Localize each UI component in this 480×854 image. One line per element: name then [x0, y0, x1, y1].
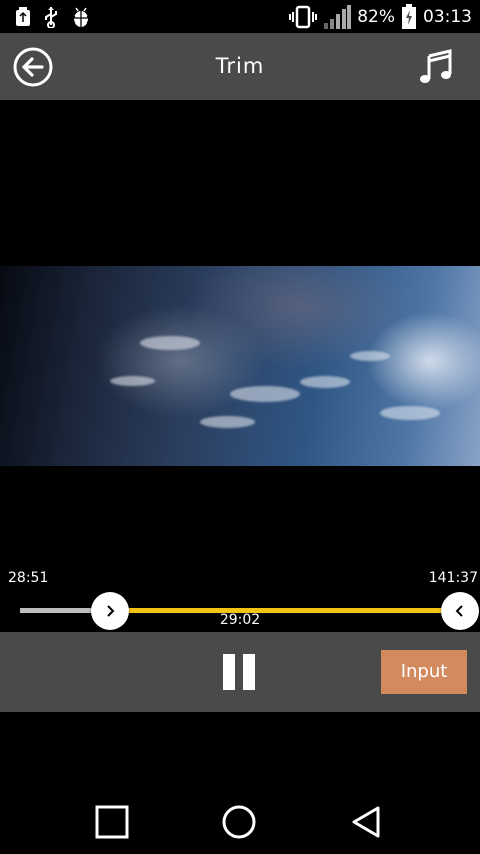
- start-time: 28:51: [8, 570, 49, 586]
- status-bar: 82% 03:13: [0, 0, 480, 33]
- music-button[interactable]: [418, 48, 458, 86]
- recents-button[interactable]: [92, 802, 132, 842]
- toolbar: Trim: [0, 33, 480, 100]
- battery-charging-icon: [401, 4, 417, 30]
- navigation-bar: [0, 788, 480, 854]
- usb-icon: [42, 6, 60, 28]
- back-arrow-icon: [13, 47, 53, 87]
- vibrate-icon: [289, 5, 318, 29]
- battery-percent: 82%: [357, 7, 395, 27]
- pause-button[interactable]: [221, 654, 257, 690]
- back-nav-button[interactable]: [346, 802, 386, 842]
- back-icon: [352, 806, 380, 838]
- video-frame: [0, 266, 480, 466]
- end-time: 141:37: [428, 570, 478, 586]
- video-preview[interactable]: [0, 100, 480, 555]
- page-title: Trim: [215, 54, 265, 78]
- back-button[interactable]: [12, 46, 54, 88]
- trim-duration: 29:02: [219, 612, 261, 628]
- android-debug-icon: [70, 6, 92, 28]
- music-note-icon: [420, 49, 452, 83]
- notification-icons: [14, 6, 92, 28]
- input-button[interactable]: Input: [381, 650, 467, 694]
- home-icon: [222, 805, 256, 839]
- system-icons: 82% 03:13: [289, 4, 472, 30]
- usb-storage-icon: [14, 7, 32, 27]
- control-bar: Input: [0, 632, 480, 712]
- clock: 03:13: [423, 7, 472, 27]
- home-button[interactable]: [219, 802, 259, 842]
- signal-icon: [323, 5, 352, 29]
- recents-icon: [95, 805, 129, 839]
